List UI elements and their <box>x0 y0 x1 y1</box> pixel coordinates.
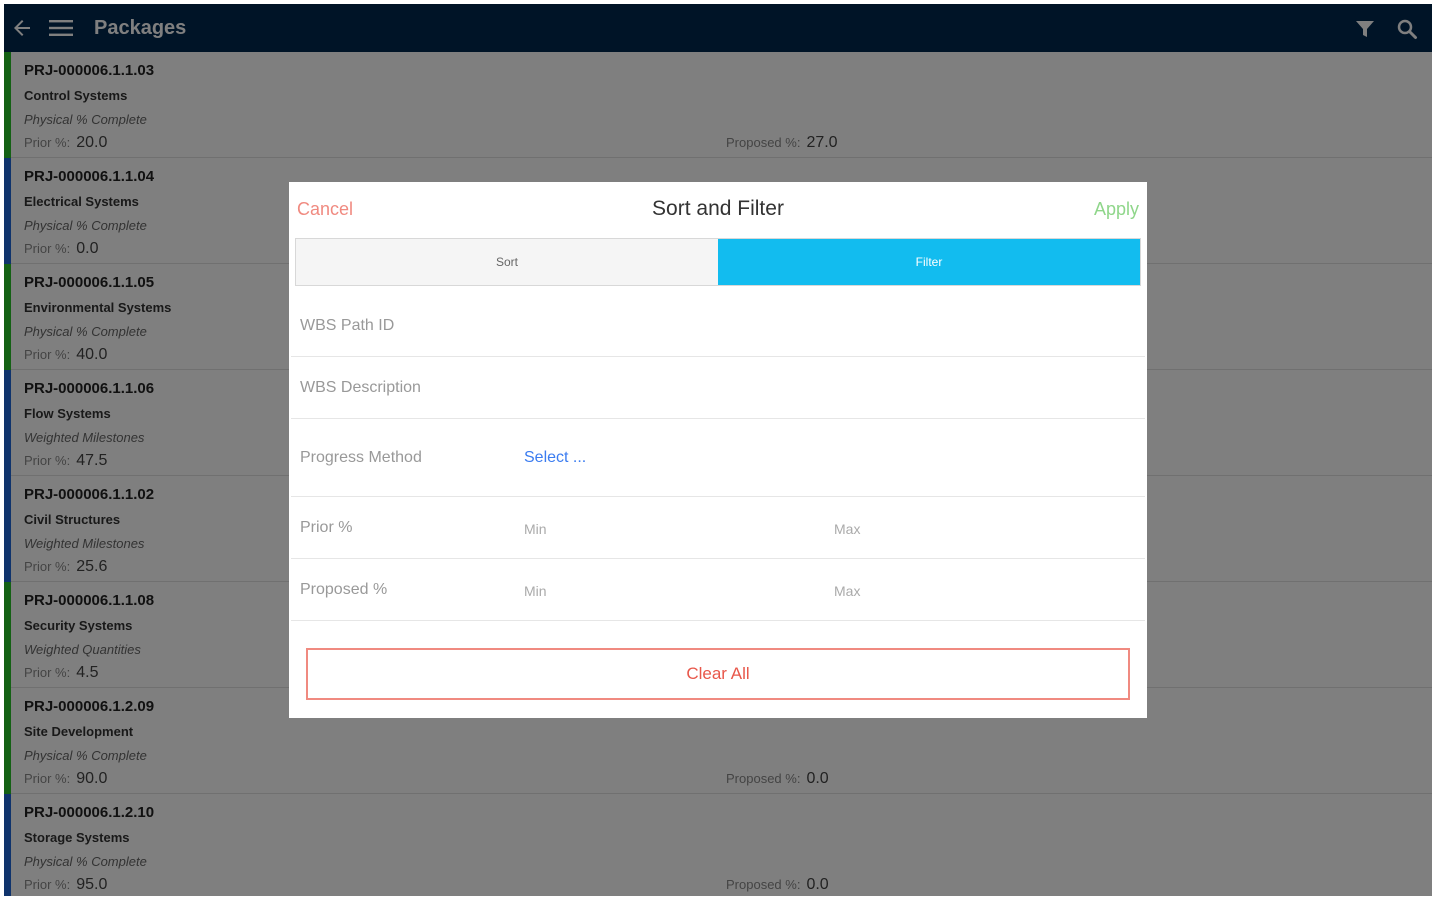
prior-percent-label: Prior % <box>300 519 353 536</box>
proposed-max-input[interactable]: Max <box>834 583 860 599</box>
wbs-path-id-field[interactable]: WBS Path ID <box>291 297 1145 357</box>
clear-all-button[interactable]: Clear All <box>306 648 1130 700</box>
sort-filter-segmented-control: Sort Filter <box>295 238 1141 286</box>
tab-sort[interactable]: Sort <box>296 239 718 285</box>
tab-filter[interactable]: Filter <box>718 239 1140 285</box>
wbs-description-label: WBS Description <box>300 379 421 396</box>
apply-button[interactable]: Apply <box>1094 199 1139 220</box>
prior-percent-row: Prior % Min Max <box>291 498 1145 559</box>
proposed-min-input[interactable]: Min <box>524 583 547 599</box>
wbs-description-field[interactable]: WBS Description <box>291 358 1145 419</box>
prior-max-input[interactable]: Max <box>834 521 860 537</box>
proposed-percent-row: Proposed % Min Max <box>291 560 1145 621</box>
prior-min-input[interactable]: Min <box>524 521 547 537</box>
dialog-title: Sort and Filter <box>652 197 784 220</box>
wbs-path-id-label: WBS Path ID <box>300 317 395 334</box>
progress-method-select[interactable]: Select ... <box>524 449 586 467</box>
proposed-percent-label: Proposed % <box>300 581 388 598</box>
sort-filter-dialog: Cancel Sort and Filter Apply Sort Filter… <box>289 182 1147 718</box>
dialog-header: Cancel Sort and Filter Apply <box>289 182 1147 236</box>
progress-method-label: Progress Method <box>300 449 422 466</box>
progress-method-row: Progress Method Select ... <box>291 420 1145 497</box>
app-frame: Packages PRJ-000006.1.1.03Control System… <box>4 4 1432 896</box>
